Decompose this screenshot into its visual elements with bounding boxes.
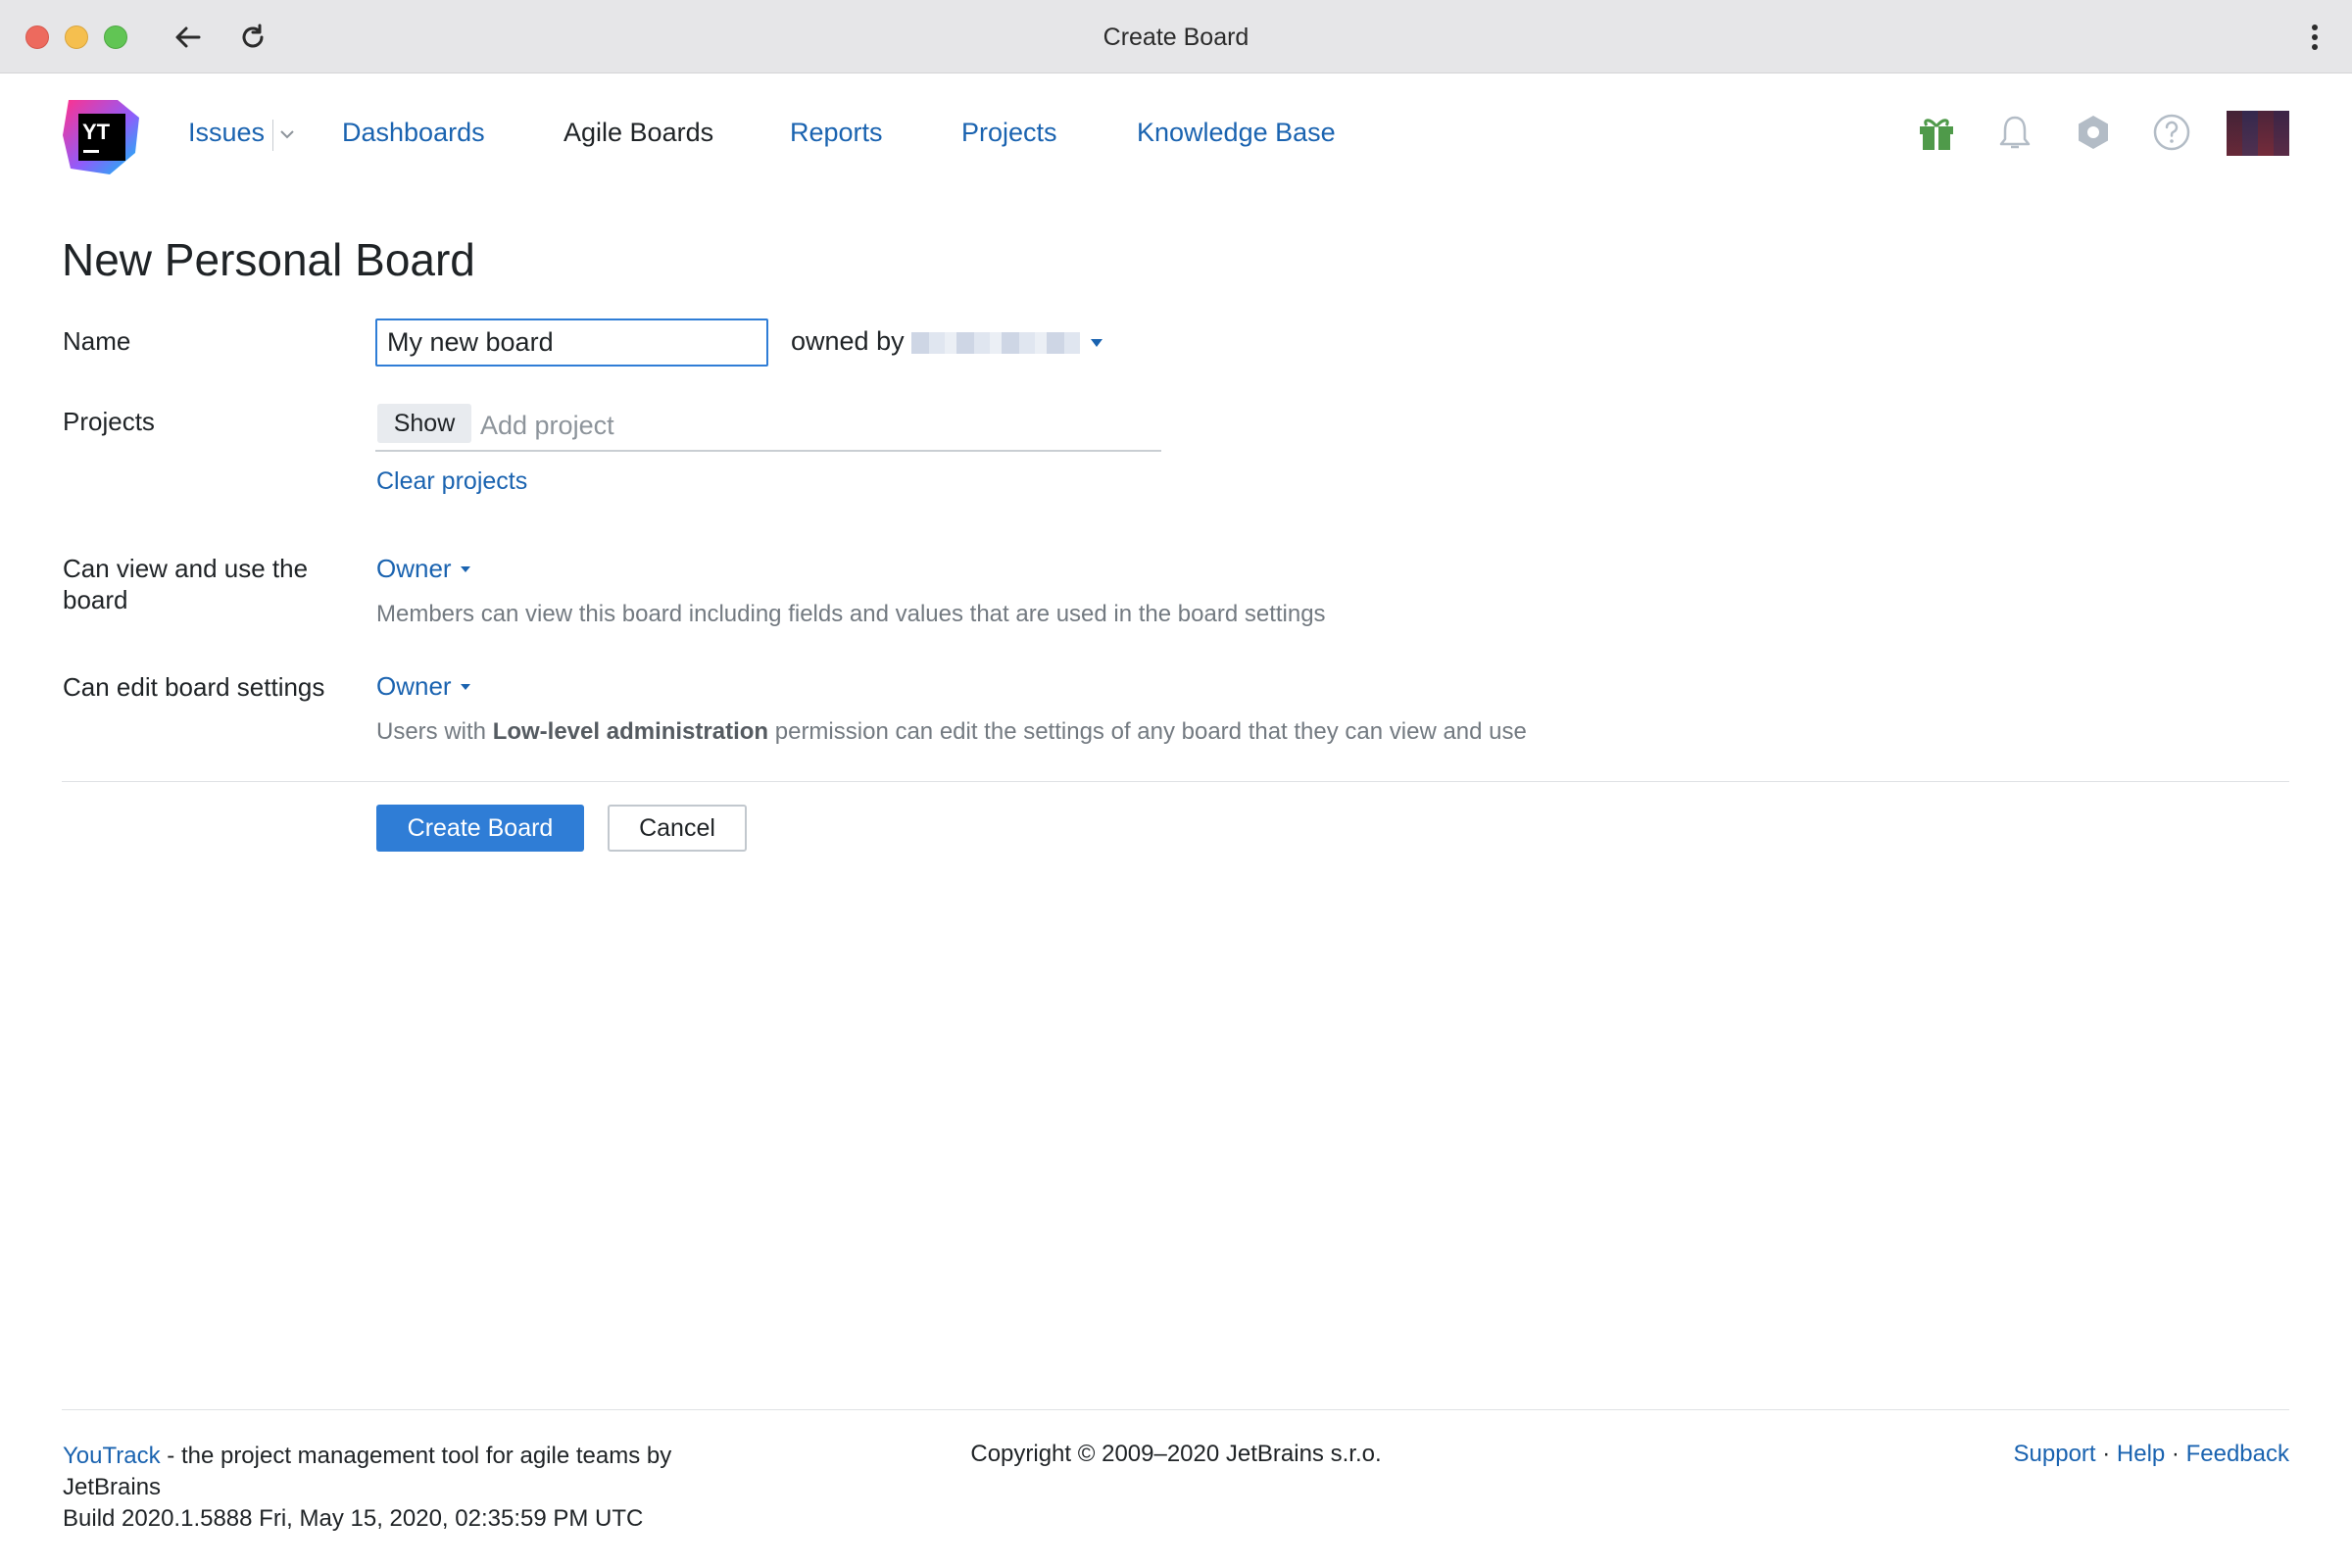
chevron-down-icon[interactable] [278, 127, 296, 145]
window-title: Create Board [1102, 24, 1250, 51]
page-title: New Personal Board [62, 234, 475, 285]
more-menu-icon[interactable] [2293, 16, 2336, 59]
settings-icon[interactable] [2071, 110, 2116, 155]
owned-by-label: owned by [791, 326, 905, 356]
hint-text: Users with [376, 718, 493, 745]
youtrack-logo[interactable]: YT [61, 96, 143, 178]
edit-permission-label: Can edit board settings [63, 672, 325, 702]
board-name-input[interactable] [375, 318, 768, 367]
projects-label: Projects [63, 407, 155, 436]
form-separator [62, 781, 2289, 782]
hint-text: permission can edit the settings of any … [768, 718, 1527, 745]
view-permission-dropdown[interactable]: Owner [376, 554, 471, 584]
projects-field-underline [375, 450, 1161, 452]
footer-link-separator: · [2165, 1441, 2186, 1467]
edit-permission-value: Owner [376, 671, 452, 701]
nav-dashboards[interactable]: Dashboards [342, 118, 485, 157]
hint-bold-text: Low-level administration [492, 718, 769, 745]
help-icon[interactable] [2149, 110, 2194, 155]
edit-permission-dropdown[interactable]: Owner [376, 671, 471, 702]
nav-issues[interactable]: Issues [188, 118, 265, 157]
caret-down-icon[interactable] [1090, 335, 1103, 353]
bell-icon[interactable] [1992, 110, 2037, 155]
caret-down-icon [460, 683, 470, 690]
edit-permission-hint: Users with Low-level administration perm… [376, 718, 1527, 746]
nav-divider [272, 120, 273, 151]
nav-knowledge-base[interactable]: Knowledge Base [1137, 118, 1336, 157]
nav-agile-boards[interactable]: Agile Boards [564, 118, 713, 157]
svg-text:YT: YT [82, 120, 111, 144]
view-permission-label: Can view and use the board [63, 554, 309, 614]
gift-icon[interactable] [1914, 110, 1959, 155]
footer-link-separator: · [2095, 1441, 2117, 1467]
feedback-link[interactable]: Feedback [2186, 1441, 2289, 1467]
show-projects-button[interactable]: Show [377, 404, 471, 443]
caret-down-icon [460, 565, 470, 572]
help-link[interactable]: Help [2117, 1441, 2165, 1467]
nav-reports[interactable]: Reports [790, 118, 883, 157]
owner-name-redacted[interactable] [911, 332, 1080, 354]
view-permission-hint: Members can view this board including fi… [376, 601, 1326, 627]
name-label: Name [63, 326, 131, 356]
clear-projects-link[interactable]: Clear projects [376, 467, 527, 496]
footer-separator [62, 1409, 2289, 1410]
support-link[interactable]: Support [2014, 1441, 2096, 1467]
cancel-button[interactable]: Cancel [608, 805, 747, 852]
view-permission-value: Owner [376, 554, 452, 583]
nav-projects[interactable]: Projects [961, 118, 1057, 157]
window-titlebar: Create Board [0, 0, 2352, 74]
create-board-button[interactable]: Create Board [376, 805, 584, 852]
avatar[interactable] [2227, 111, 2289, 156]
add-project-input[interactable] [480, 405, 1156, 446]
copyright: Copyright © 2009–2020 JetBrains s.r.o. [970, 1441, 1382, 1467]
footer-links: Support · Help · Feedback [2014, 1441, 2289, 1468]
build-info: Build 2020.1.5888 Fri, May 15, 2020, 02:… [63, 1505, 644, 1532]
